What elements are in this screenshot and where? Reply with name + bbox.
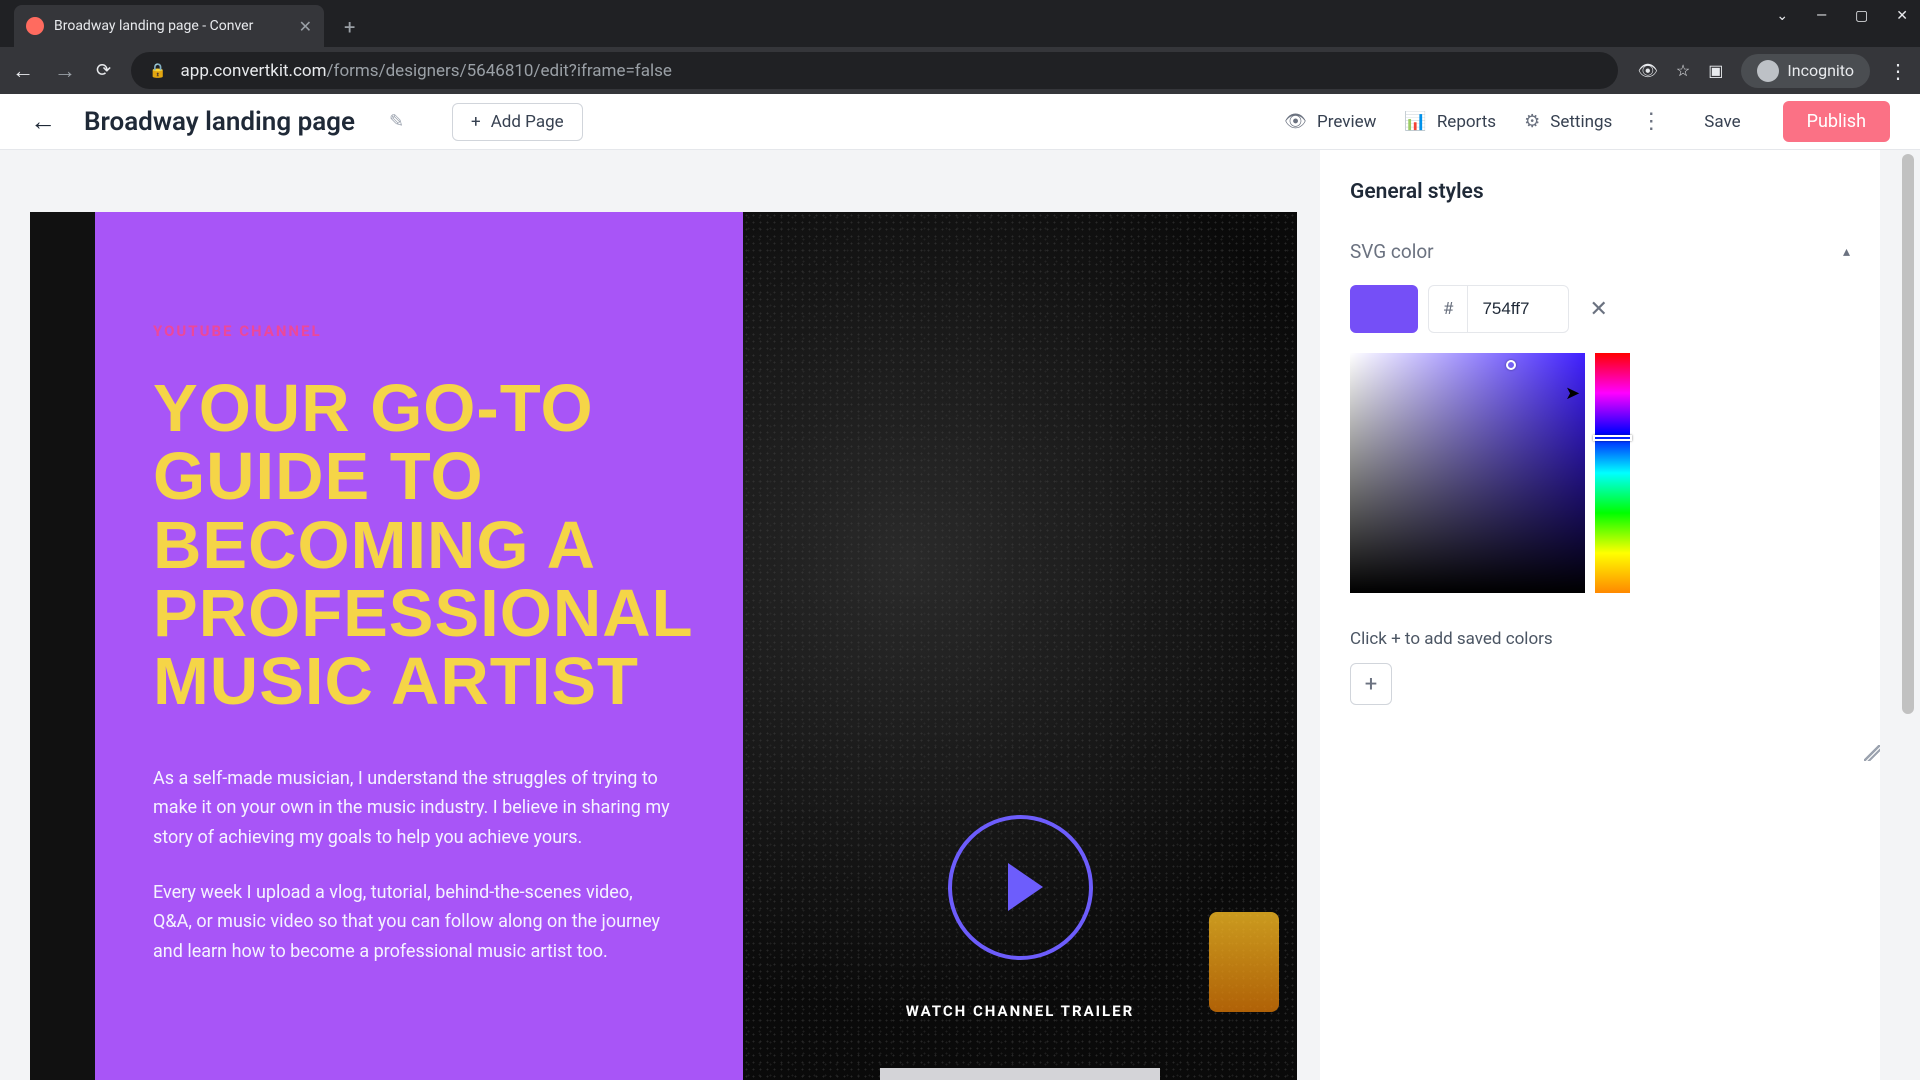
lp-eyebrow[interactable]: YOUTUBE CHANNEL bbox=[153, 322, 685, 340]
tab-favicon bbox=[26, 17, 44, 35]
app-back-icon[interactable]: ← bbox=[30, 106, 56, 137]
save-button[interactable]: Save bbox=[1690, 104, 1754, 140]
saturation-field[interactable] bbox=[1350, 353, 1585, 593]
plus-icon: + bbox=[471, 112, 481, 132]
chart-icon: 📊 bbox=[1404, 111, 1426, 132]
color-swatch[interactable] bbox=[1350, 285, 1418, 333]
clear-color-icon[interactable]: ✕ bbox=[1589, 297, 1607, 322]
lp-paragraph-1[interactable]: As a self-made musician, I understand th… bbox=[153, 764, 673, 853]
back-icon[interactable]: ← bbox=[12, 58, 34, 84]
close-window-icon[interactable]: ✕ bbox=[1896, 8, 1908, 24]
preview-button[interactable]: 👁 Preview bbox=[1284, 111, 1376, 132]
url-host: app.convertkit.com bbox=[181, 61, 327, 81]
landing-page-preview[interactable]: YOUTUBE CHANNEL YOUR GO-TO GUIDE TO BECO… bbox=[30, 212, 1297, 1080]
main-scrollbar[interactable] bbox=[1898, 150, 1918, 1080]
reload-icon[interactable]: ⟳ bbox=[96, 60, 111, 81]
more-menu-icon[interactable]: ⋮ bbox=[1640, 109, 1662, 134]
minimize-icon[interactable]: — bbox=[1816, 8, 1827, 24]
color-picker: ➤ bbox=[1350, 353, 1850, 593]
lp-left-strip bbox=[30, 212, 95, 1080]
editor-canvas[interactable]: YOUTUBE CHANNEL YOUR GO-TO GUIDE TO BECO… bbox=[0, 150, 1320, 1080]
window-controls: ⌄ — ▢ ✕ bbox=[1776, 8, 1908, 24]
saturation-cursor[interactable] bbox=[1506, 360, 1516, 370]
reports-label: Reports bbox=[1437, 112, 1496, 132]
tab-title: Broadway landing page - Conver bbox=[54, 18, 289, 34]
main-area: YOUTUBE CHANNEL YOUR GO-TO GUIDE TO BECO… bbox=[0, 150, 1920, 1080]
browser-chrome: Broadway landing page - Conver ✕ + ⌄ — ▢… bbox=[0, 0, 1920, 94]
play-button[interactable] bbox=[948, 815, 1093, 960]
settings-label: Settings bbox=[1550, 112, 1612, 132]
maximize-icon[interactable]: ▢ bbox=[1855, 8, 1868, 24]
chevron-up-icon[interactable]: ▴ bbox=[1843, 244, 1850, 260]
forward-icon[interactable]: → bbox=[54, 58, 76, 84]
lp-content-panel: YOUTUBE CHANNEL YOUR GO-TO GUIDE TO BECO… bbox=[95, 212, 743, 1080]
incognito-label: Incognito bbox=[1787, 61, 1854, 80]
eye-off-icon[interactable]: 👁 bbox=[1638, 61, 1658, 80]
lp-headline[interactable]: YOUR GO-TO GUIDE TO BECOMING A PROFESSIO… bbox=[153, 375, 685, 717]
settings-button[interactable]: ⚙ Settings bbox=[1524, 111, 1612, 132]
preview-label: Preview bbox=[1317, 112, 1376, 132]
section-label: SVG color bbox=[1350, 240, 1434, 263]
color-input-row: # ✕ bbox=[1350, 285, 1850, 333]
trailer-label[interactable]: WATCH CHANNEL TRAILER bbox=[906, 1000, 1134, 1023]
url-field[interactable]: 🔒 app.convertkit.com/forms/designers/564… bbox=[131, 52, 1618, 89]
app-toolbar: ← Broadway landing page ✎ + Add Page 👁 P… bbox=[0, 94, 1920, 150]
sliders-icon: ⚙ bbox=[1524, 111, 1540, 132]
hex-input-wrap: # bbox=[1428, 285, 1569, 333]
close-icon[interactable]: ✕ bbox=[299, 17, 312, 36]
new-tab-button[interactable]: + bbox=[332, 7, 367, 47]
lock-icon: 🔒 bbox=[149, 63, 166, 79]
play-icon bbox=[1008, 863, 1043, 911]
lp-bottom-bar bbox=[880, 1068, 1160, 1080]
url-path: /forms/designers/5646810/edit?iframe=fal… bbox=[327, 61, 672, 81]
nav-arrows: ← → bbox=[12, 58, 76, 84]
address-bar: ← → ⟳ 🔒 app.convertkit.com/forms/designe… bbox=[0, 47, 1920, 94]
resize-handle-icon[interactable] bbox=[1864, 745, 1880, 761]
browser-menu-icon[interactable]: ⋮ bbox=[1888, 59, 1908, 83]
add-page-button[interactable]: + Add Page bbox=[452, 103, 583, 141]
star-icon[interactable]: ☆ bbox=[1676, 61, 1690, 80]
svg-color-section-header[interactable]: SVG color ▴ bbox=[1350, 240, 1850, 263]
tab-bar: Broadway landing page - Conver ✕ + ⌄ — ▢… bbox=[0, 0, 1920, 47]
hex-input[interactable] bbox=[1468, 299, 1568, 319]
lp-video-panel: WATCH CHANNEL TRAILER bbox=[743, 212, 1297, 1080]
saved-colors-hint: Click + to add saved colors bbox=[1350, 629, 1850, 649]
browser-tab[interactable]: Broadway landing page - Conver ✕ bbox=[14, 5, 324, 47]
hue-slider[interactable] bbox=[1595, 353, 1630, 593]
styles-panel: General styles SVG color ▴ # ✕ ➤ Click +… bbox=[1320, 150, 1880, 1080]
tab-search-icon[interactable]: ⌄ bbox=[1776, 8, 1788, 24]
scrollbar-thumb[interactable] bbox=[1902, 154, 1914, 714]
panel-heading: General styles bbox=[1350, 180, 1850, 204]
reports-button[interactable]: 📊 Reports bbox=[1404, 111, 1496, 132]
page-title: Broadway landing page bbox=[84, 107, 355, 137]
edit-title-icon[interactable]: ✎ bbox=[389, 111, 404, 132]
add-page-label: Add Page bbox=[491, 112, 564, 132]
incognito-badge[interactable]: Incognito bbox=[1741, 54, 1870, 88]
lp-paragraph-2[interactable]: Every week I upload a vlog, tutorial, be… bbox=[153, 878, 673, 967]
mouse-cursor-icon: ➤ bbox=[1565, 383, 1580, 404]
lp-flame-decor bbox=[1209, 912, 1279, 1012]
hue-cursor[interactable] bbox=[1593, 435, 1632, 441]
publish-button[interactable]: Publish bbox=[1783, 101, 1890, 142]
add-saved-color-button[interactable]: + bbox=[1350, 663, 1392, 705]
eye-icon: 👁 bbox=[1284, 111, 1307, 132]
hash-label: # bbox=[1429, 286, 1468, 332]
extensions-icon[interactable]: ▣ bbox=[1708, 61, 1723, 80]
incognito-icon bbox=[1757, 60, 1779, 82]
